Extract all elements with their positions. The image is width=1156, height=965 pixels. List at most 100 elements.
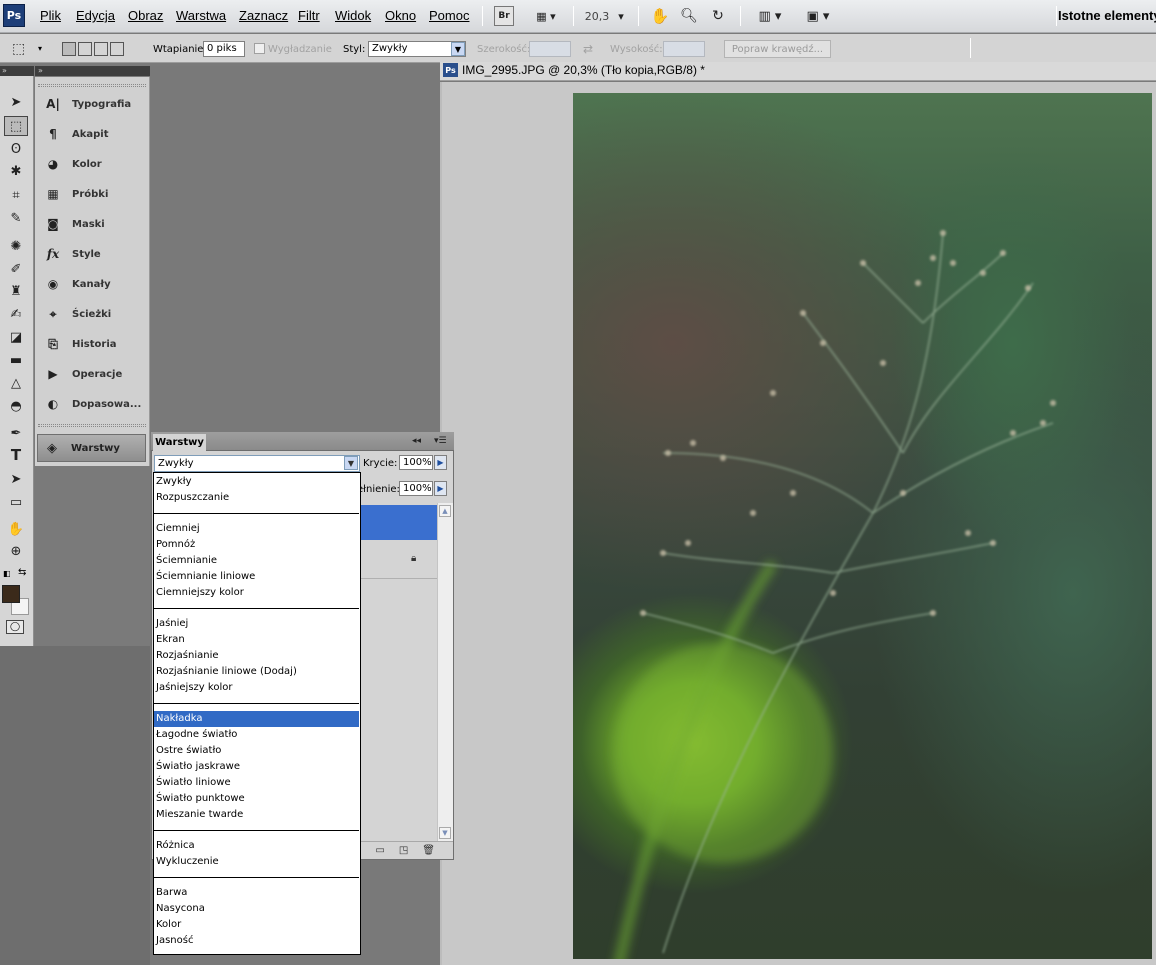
marquee-preset-icon[interactable]: ⬚ [12,41,32,57]
swap-icon[interactable]: ⇄ [583,42,593,56]
add-selection-icon[interactable] [78,42,92,56]
photo-canvas[interactable] [573,93,1152,959]
workspace-switcher[interactable]: Istotne elementy [1058,8,1156,23]
blend-mode-option[interactable]: Wykluczenie [154,854,359,870]
lasso-tool-icon[interactable]: ʘ [4,139,28,159]
foreground-color-swatch[interactable] [2,585,20,603]
scroll-up-icon[interactable]: ▲ [439,505,451,517]
dodge-tool-icon[interactable]: ◓ [4,396,28,416]
feather-input[interactable]: 0 piks [203,41,245,57]
blend-mode-option[interactable]: Mieszanie twarde [154,807,359,823]
magic-wand-tool-icon[interactable]: ✱ [4,161,28,181]
history-brush-tool-icon[interactable]: ✍ [4,304,28,324]
menu-edycja[interactable]: Edycja [76,8,115,23]
collapse-icon[interactable]: » [2,66,7,76]
dock-item-maski[interactable]: ◙ Maski [40,211,146,237]
chevron-down-icon[interactable]: ▼ [344,456,358,470]
dock-grip[interactable] [38,84,146,87]
arrange-documents-icon[interactable]: ▥ ▾ [752,6,788,26]
blend-mode-option[interactable]: Światło punktowe [154,791,359,807]
blur-tool-icon[interactable]: △ [4,373,28,393]
healing-brush-tool-icon[interactable]: ✺ [4,236,28,256]
blend-mode-option[interactable]: Rozpuszczanie [154,490,359,506]
dock-grip[interactable] [38,424,146,427]
chevron-down-icon[interactable]: ▾ [614,6,628,26]
zoom-level[interactable]: 20,3 [583,6,611,26]
width-input[interactable] [529,41,571,57]
dock-item-kolor[interactable]: ◕ Kolor [40,151,146,177]
path-selection-tool-icon[interactable]: ➤ [4,469,28,489]
menu-zaznacz[interactable]: Zaznacz [239,8,288,23]
marquee-tool-icon[interactable]: ⬚ [4,116,28,136]
menu-warstwa[interactable]: Warstwa [176,8,226,23]
rotate-view-icon[interactable]: ↻ [708,6,728,26]
gradient-tool-icon[interactable]: ▬ [4,350,28,370]
expand-panels-icon[interactable]: » [38,66,43,76]
blend-mode-option[interactable]: Barwa [154,885,359,901]
minibridge-icon[interactable]: ▦ ▾ [528,6,564,26]
fill-input[interactable]: 100% [399,481,433,496]
dock-item-dopasowania[interactable]: ◐ Dopasowa... [40,391,146,417]
hand-tool-icon[interactable]: ✋ [4,519,28,539]
blend-mode-option[interactable]: Ciemniej [154,521,359,537]
chevron-down-icon[interactable]: ▼ [451,42,465,56]
quick-mask-icon[interactable]: ◯ [6,620,24,634]
clone-stamp-tool-icon[interactable]: ♜ [4,281,28,301]
blend-mode-option[interactable]: Różnica [154,838,359,854]
height-input[interactable] [663,41,705,57]
dock-item-historia[interactable]: ⎘ Historia [40,331,146,357]
dock-item-warstwy[interactable]: ◈ Warstwy [37,434,146,462]
subtract-selection-icon[interactable] [94,42,108,56]
layer-row-selected[interactable] [361,505,438,540]
shape-tool-icon[interactable]: ▭ [4,492,28,512]
new-group-icon[interactable]: ▭ [375,845,384,856]
crop-tool-icon[interactable]: ⌗ [4,185,28,205]
layers-scrollbar[interactable] [437,503,453,841]
menu-obraz[interactable]: Obraz [128,8,163,23]
blend-mode-option[interactable]: Rozjaśnianie [154,648,359,664]
trash-icon[interactable]: 🗑︎ [422,845,435,856]
menu-pomoc[interactable]: Pomoc [429,8,469,23]
brush-tool-icon[interactable]: ✐ [4,259,28,279]
blend-mode-option[interactable]: Nakładka [154,711,359,727]
dock-item-kanaly[interactable]: ◉ Kanały [40,271,146,297]
hand-tool-icon[interactable]: ✋ [650,6,670,26]
menu-plik[interactable]: Plik [40,8,61,23]
pen-tool-icon[interactable]: ✒ [4,423,28,443]
blend-mode-option[interactable]: Rozjaśnianie liniowe (Dodaj) [154,664,359,680]
blend-mode-option[interactable]: Ekran [154,632,359,648]
blend-mode-option[interactable]: Ściemnianie [154,553,359,569]
blend-mode-select[interactable]: Zwykły [154,455,360,472]
default-colors-icon[interactable]: ◧ [3,569,11,578]
menu-filtr[interactable]: Filtr [298,8,320,23]
zoom-tool-icon[interactable]: ⊕ [4,541,28,561]
collapse-panel-icon[interactable]: ◂◂ [412,436,421,446]
fill-slider-arrow-icon[interactable]: ▶ [434,481,447,496]
new-selection-icon[interactable] [62,42,76,56]
dock-item-typografia[interactable]: A| Typografia [40,91,146,117]
blend-mode-option[interactable]: Jaśniejszy kolor [154,680,359,696]
opacity-input[interactable]: 100% [399,455,433,470]
dock-item-probki[interactable]: ▦ Próbki [40,181,146,207]
new-layer-icon[interactable]: ◳ [399,845,408,856]
opacity-slider-arrow-icon[interactable]: ▶ [434,455,447,470]
move-tool-icon[interactable]: ➤ [4,92,28,112]
blend-mode-option[interactable]: Światło liniowe [154,775,359,791]
blend-mode-option[interactable]: Kolor [154,917,359,933]
antialias-checkbox[interactable] [254,43,265,54]
tab-warstwy[interactable]: Warstwy [153,434,206,451]
dock-item-style[interactable]: fx Style [40,241,146,267]
menu-widok[interactable]: Widok [335,8,371,23]
panel-menu-icon[interactable]: ▾☰ [434,436,447,446]
dock-item-akapit[interactable]: ¶ Akapit [40,121,146,147]
layer-row[interactable] [361,541,438,579]
menu-okno[interactable]: Okno [385,8,416,23]
blend-mode-option[interactable]: Zwykły [154,474,359,490]
blend-mode-option[interactable]: Ściemnianie liniowe [154,569,359,585]
eraser-tool-icon[interactable]: ◪ [4,327,28,347]
eyedropper-tool-icon[interactable]: ✎ [4,208,28,228]
blend-mode-option[interactable]: Nasycona [154,901,359,917]
blend-mode-option[interactable]: Łagodne światło [154,727,359,743]
dock-item-operacje[interactable]: ▶ Operacje [40,361,146,387]
dock-item-sciezki[interactable]: ⌖ Ścieżki [40,301,146,327]
